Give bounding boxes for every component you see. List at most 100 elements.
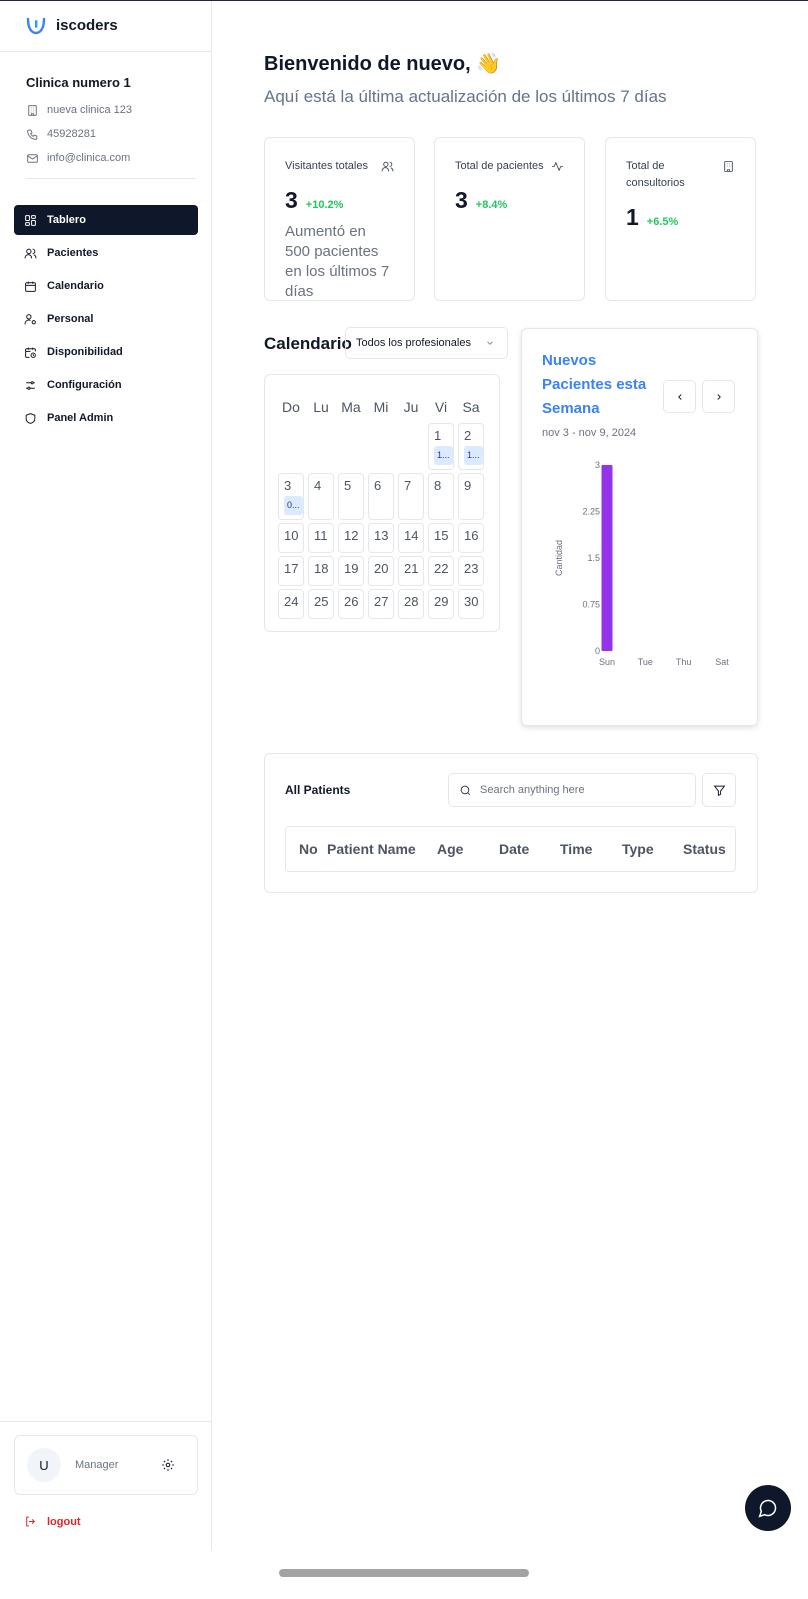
- calendar-day[interactable]: 8: [428, 473, 454, 520]
- sidebar-nav: Tablero Pacientes Calendario Personal Di…: [14, 205, 198, 436]
- stat-delta: +10.2%: [305, 199, 344, 211]
- search-icon: [460, 785, 471, 795]
- sidebar-item-label: Calendario: [47, 280, 104, 292]
- calendar-day[interactable]: 9: [458, 473, 484, 520]
- filter-button[interactable]: [702, 773, 736, 807]
- calendar-day[interactable]: 14: [398, 523, 424, 553]
- page-subtitle: Aquí está la última actualización de los…: [264, 87, 667, 106]
- calendar-day[interactable]: 4: [308, 473, 334, 520]
- calendar-day-number: 13: [374, 528, 389, 543]
- clinic-phone-text: 45928281: [47, 128, 96, 140]
- x-tick-label: Sat: [715, 657, 729, 667]
- weekday-label: Vi: [434, 399, 448, 415]
- calendar-day[interactable]: 18: [308, 556, 334, 586]
- column-header[interactable]: Time: [560, 841, 592, 857]
- calendar-day-number: 2: [464, 428, 472, 443]
- sidebar-divider: [0, 51, 212, 52]
- sidebar-item-calendario[interactable]: Calendario: [14, 271, 198, 301]
- calendar-day[interactable]: 1 1...: [428, 423, 454, 470]
- calendar-day[interactable]: 30: [458, 589, 484, 619]
- column-header[interactable]: Type: [622, 841, 654, 857]
- calendar-day[interactable]: 25: [308, 589, 334, 619]
- sidebar-item-configuracion[interactable]: Configuración: [14, 370, 198, 400]
- weekday-label: Sa: [462, 399, 480, 415]
- sidebar-item-label: Personal: [47, 313, 94, 325]
- chat-button[interactable]: [745, 1485, 791, 1531]
- calendar-day-number: 6: [374, 478, 382, 493]
- sidebar-item-pacientes[interactable]: Pacientes: [14, 238, 198, 268]
- column-header[interactable]: Age: [437, 841, 463, 857]
- calendar-day[interactable]: 19: [338, 556, 364, 586]
- calendar-day[interactable]: 27: [368, 589, 394, 619]
- calendar-event-badge[interactable]: 1...: [434, 446, 453, 465]
- calendar-day-number: 3: [284, 478, 292, 493]
- stat-label: Total de consultorios: [626, 160, 685, 189]
- calendar-day[interactable]: 21: [398, 556, 424, 586]
- calendar-day-number: 17: [284, 561, 299, 576]
- phone-icon: [27, 129, 38, 140]
- calendar-day[interactable]: 12: [338, 523, 364, 553]
- calendar-day[interactable]: 7: [398, 473, 424, 520]
- sidebar-item-personal[interactable]: Personal: [14, 304, 198, 334]
- column-header[interactable]: Patient Name: [327, 841, 416, 857]
- calendar-day-number: 26: [344, 594, 359, 609]
- brand-name: iscoders: [56, 16, 118, 34]
- building-icon: [724, 161, 733, 172]
- logout-button[interactable]: logout: [24, 1515, 81, 1528]
- calendar-day[interactable]: 11: [308, 523, 334, 553]
- calendar-day[interactable]: 22: [428, 556, 454, 586]
- prev-week-button[interactable]: [663, 380, 696, 413]
- calendar-day[interactable]: 10: [278, 523, 304, 553]
- weekday-label: Do: [282, 399, 300, 415]
- x-tick-label: Sun: [599, 657, 615, 667]
- new-patients-title: Nuevos Pacientes esta Semana: [542, 352, 647, 417]
- calendar-day[interactable]: 5: [338, 473, 364, 520]
- logout-label: logout: [47, 1515, 81, 1528]
- search-box[interactable]: [448, 773, 696, 807]
- next-week-button[interactable]: [702, 380, 735, 413]
- stat-label: Total de pacientes: [455, 160, 544, 172]
- calendar-day-number: 20: [374, 561, 389, 576]
- calendar-day[interactable]: 13: [368, 523, 394, 553]
- filter-icon: [713, 785, 725, 796]
- sidebar-item-tablero[interactable]: Tablero: [14, 205, 198, 235]
- calendar-day[interactable]: 24: [278, 589, 304, 619]
- avatar: U: [27, 1448, 61, 1482]
- brand[interactable]: iscoders: [24, 13, 118, 37]
- calendar-day-number: 21: [404, 561, 419, 576]
- calendar-event-badge[interactable]: 1...: [464, 446, 483, 465]
- gear-icon[interactable]: [161, 1458, 175, 1472]
- calendar-day[interactable]: 28: [398, 589, 424, 619]
- calendar-day[interactable]: 2 1...: [458, 423, 484, 470]
- calendar-day[interactable]: 29: [428, 589, 454, 619]
- calendar-day-number: 27: [374, 594, 389, 609]
- calendar-event-badge[interactable]: 0...: [284, 496, 303, 515]
- calendar-day[interactable]: 23: [458, 556, 484, 586]
- calendar-empty-cell: [368, 423, 394, 470]
- column-header[interactable]: Date: [499, 841, 529, 857]
- sidebar-item-disponibilidad[interactable]: Disponibilidad: [14, 337, 198, 367]
- column-header[interactable]: Status: [683, 841, 726, 857]
- user-card[interactable]: U Manager: [14, 1435, 198, 1495]
- search-input[interactable]: [480, 784, 680, 796]
- calendar-day[interactable]: 15: [428, 523, 454, 553]
- user-cog-icon: [24, 313, 36, 324]
- new-patients-card: Nuevos Pacientes esta Semana nov 3 - nov…: [521, 328, 758, 726]
- calendar-day[interactable]: 20: [368, 556, 394, 586]
- sliders-icon: [26, 380, 35, 390]
- x-tick-label: Thu: [676, 657, 692, 667]
- column-header[interactable]: No: [299, 841, 318, 857]
- weekday-label: Ma: [341, 399, 361, 415]
- calendar-day[interactable]: 3 0...: [278, 473, 304, 520]
- clinic-address: nueva clinica 123: [26, 98, 196, 122]
- calendar-day[interactable]: 17: [278, 556, 304, 586]
- calendar-day[interactable]: 6: [368, 473, 394, 520]
- mail-icon: [27, 153, 38, 163]
- calendar-day[interactable]: 26: [338, 589, 364, 619]
- clinic-email-text: info@clinica.com: [47, 152, 131, 164]
- professional-select[interactable]: Todos los profesionales: [345, 327, 508, 359]
- sidebar-item-panel-admin[interactable]: Panel Admin: [14, 403, 198, 433]
- calendar-day[interactable]: 16: [458, 523, 484, 553]
- stat-card-visitantes: Visitantes totales 3 +10.2% Aumentó en 5…: [264, 137, 415, 301]
- date-range: nov 3 - nov 9, 2024: [542, 427, 637, 439]
